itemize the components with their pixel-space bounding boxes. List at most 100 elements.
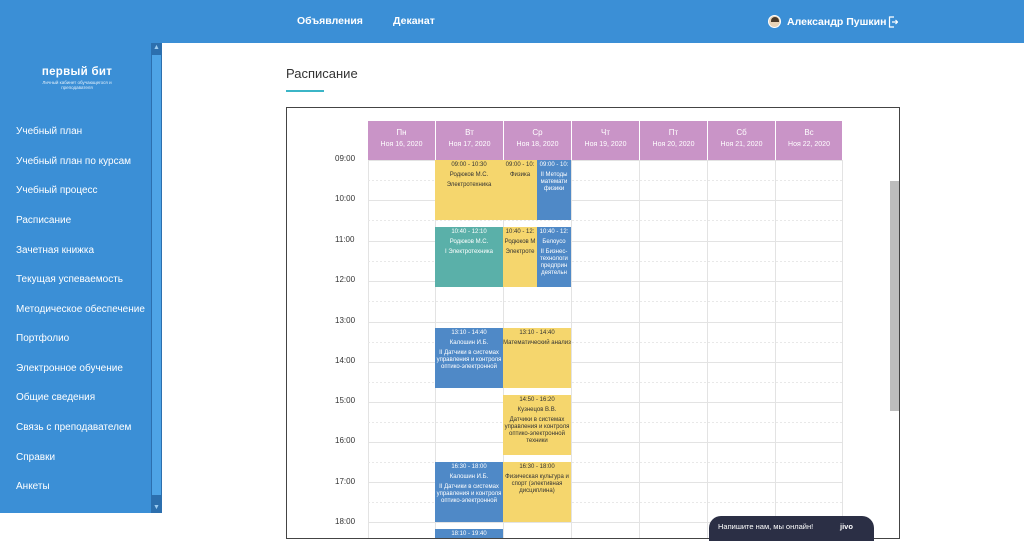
day-header: Чт Ноя 19, 2020	[572, 121, 639, 160]
day-date: Ноя 18, 2020	[516, 141, 559, 148]
time-label: 12:00	[335, 275, 356, 284]
schedule-event[interactable]: 13:10 - 14:40 Математический анализ	[503, 328, 571, 388]
event-teacher: Родюков М	[504, 239, 536, 245]
grid-line	[842, 160, 843, 538]
event-subject: I Электротехника	[445, 249, 493, 255]
time-label: 17:00	[335, 477, 356, 486]
event-time: 16:30 - 18:00	[451, 464, 487, 470]
sidebar-item-progress[interactable]: Текущая успеваемость	[16, 274, 123, 286]
chat-widget[interactable]: Напишите нам, мы онлайн! jivo	[709, 516, 874, 541]
event-subject: II Датчики в системах управления и контр…	[436, 350, 502, 370]
event-teacher: Родюков М.С.	[449, 239, 489, 245]
day-name: Вс	[804, 128, 814, 137]
time-label: 09:00	[335, 154, 356, 163]
event-time: 10:40 - 12:	[505, 229, 535, 235]
grid-line	[368, 442, 842, 443]
logout-icon[interactable]	[888, 16, 898, 28]
day-header: Вс Ноя 22, 2020	[776, 121, 842, 160]
event-time: 13:10 - 14:40	[519, 330, 555, 336]
event-subject: Датчики в системах управления и контроля…	[504, 417, 570, 444]
sidebar-scroll-thumb[interactable]	[152, 55, 161, 495]
nav-announcements[interactable]: Объявления	[297, 0, 363, 43]
sidebar-item-portfolio[interactable]: Портфолио	[16, 333, 69, 345]
calendar-scroll-thumb[interactable]	[890, 181, 899, 411]
grid-line	[368, 301, 842, 302]
event-teacher: Родюков М.С.	[449, 172, 489, 178]
sidebar-item-record-book[interactable]: Зачетная книжка	[16, 245, 94, 257]
grid-line	[368, 322, 842, 323]
event-teacher: Калошин И.Б.	[449, 474, 489, 480]
schedule-event[interactable]: 10:40 - 12: Родюков М Электроте	[503, 227, 537, 287]
day-date: Ноя 16, 2020	[380, 141, 423, 148]
event-subject: II Датчики в системах управления и контр…	[436, 484, 502, 504]
day-name: Сб	[736, 128, 747, 137]
sidebar-item-schedule[interactable]: Расписание	[16, 215, 71, 227]
event-time: 10:40 - 12:10	[451, 229, 487, 235]
scroll-up-icon[interactable]: ▲	[151, 43, 162, 53]
day-date: Ноя 20, 2020	[652, 141, 695, 148]
event-time: 18:10 - 19:40	[451, 531, 487, 537]
sidebar-item-general-info[interactable]: Общие сведения	[16, 392, 95, 404]
time-label: 18:00	[335, 517, 356, 526]
event-time: 10:40 - 12:	[539, 229, 569, 235]
event-subject: II Методы математи физики	[540, 172, 568, 192]
schedule-event[interactable]: 09:00 - 10: II Методы математи физики	[537, 160, 571, 220]
schedule-event[interactable]: 09:00 - 10:30 Родюков М.С. Электротехника	[435, 160, 503, 220]
day-header: Вт Ноя 17, 2020	[436, 121, 503, 160]
event-subject: Физическая культура и спорт (элективная …	[505, 474, 569, 494]
sidebar-item-contact-teacher[interactable]: Связь с преподавателем	[16, 422, 131, 434]
time-label: 16:00	[335, 436, 356, 445]
schedule-event[interactable]: 18:10 - 19:40	[435, 529, 503, 538]
day-name: Пн	[396, 128, 407, 137]
day-date: Ноя 19, 2020	[584, 141, 627, 148]
event-time: 09:00 - 10:	[539, 162, 569, 168]
chat-text: Напишите нам, мы онлайн!	[718, 522, 814, 531]
top-bar: Объявления Деканат Александр Пушкин	[0, 0, 1024, 43]
logo-title: первый бит	[41, 66, 113, 78]
user-menu[interactable]: Александр Пушкин	[768, 0, 886, 43]
sidebar-item-study-process[interactable]: Учебный процесс	[16, 185, 98, 197]
sidebar-item-surveys[interactable]: Анкеты	[16, 481, 50, 493]
schedule-event[interactable]: 10:40 - 12:10 Родюков М.С. I Электротехник…	[435, 227, 503, 287]
day-name: Вт	[465, 128, 474, 137]
day-date: Ноя 17, 2020	[448, 141, 491, 148]
user-name: Александр Пушкин	[787, 15, 887, 28]
day-date: Ноя 22, 2020	[788, 141, 830, 148]
event-subject: Математический анализ	[503, 340, 571, 346]
sidebar-item-e-learning[interactable]: Электронное обучение	[16, 363, 123, 375]
time-label: 15:00	[335, 396, 356, 405]
event-time: 13:10 - 14:40	[451, 330, 487, 336]
logo-subtitle: Личный кабинет обучающегося и преподават…	[42, 80, 112, 90]
schedule-event[interactable]: 14:50 - 16:20 Кузнецов В.В. Датчики в сист…	[503, 395, 571, 455]
day-header: Сб Ноя 21, 2020	[708, 121, 775, 160]
nav-dean[interactable]: Деканат	[393, 0, 435, 43]
grid-line	[368, 402, 842, 403]
schedule-event[interactable]: 13:10 - 14:40 Калошин И.Б. II Датчики в си…	[435, 328, 503, 388]
day-name: Чт	[601, 128, 610, 137]
page-title: Расписание	[286, 66, 358, 81]
scroll-down-icon[interactable]: ▼	[151, 503, 162, 513]
sidebar-item-plan-by-courses[interactable]: Учебный план по курсам	[16, 156, 131, 168]
grid-line	[368, 220, 842, 221]
day-name: Ср	[532, 128, 543, 137]
chat-brand: jivo	[840, 522, 853, 531]
sidebar-item-methodical[interactable]: Методическое обеспечение	[16, 304, 145, 316]
schedule-event[interactable]: 16:30 - 18:00 Физическая культура и спорт…	[503, 462, 571, 522]
time-label: 13:00	[335, 316, 356, 325]
event-subject: Физика	[509, 172, 531, 178]
sidebar-item-certificates[interactable]: Справки	[16, 452, 55, 464]
event-teacher: Калошин И.Б.	[449, 340, 489, 346]
schedule-event[interactable]: 09:00 - 10: Физика	[503, 160, 537, 220]
logo: первый бит Личный кабинет обучающегося и…	[32, 66, 122, 90]
event-time: 09:00 - 10:	[505, 162, 535, 168]
day-date: Ноя 21, 2020	[720, 141, 763, 148]
event-teacher: Кузнецов В.В.	[517, 407, 557, 413]
event-subject: II Бизнес-технологи предприн деятельн	[540, 249, 568, 276]
schedule-calendar: Пн Ноя 16, 2020 Вт Ноя 17, 2020 Ср Ноя 18, …	[286, 107, 900, 539]
sidebar-item-study-plan[interactable]: Учебный план	[16, 126, 82, 138]
day-header: Ср Ноя 18, 2020	[504, 121, 571, 160]
event-teacher: Белоусо	[542, 239, 566, 245]
schedule-event[interactable]: 10:40 - 12: Белоусо II Бизнес-технологи пр…	[537, 227, 571, 287]
schedule-event[interactable]: 16:30 - 18:00 Калошин И.Б. II Датчики в си…	[435, 462, 503, 522]
time-label: 10:00	[335, 194, 356, 203]
